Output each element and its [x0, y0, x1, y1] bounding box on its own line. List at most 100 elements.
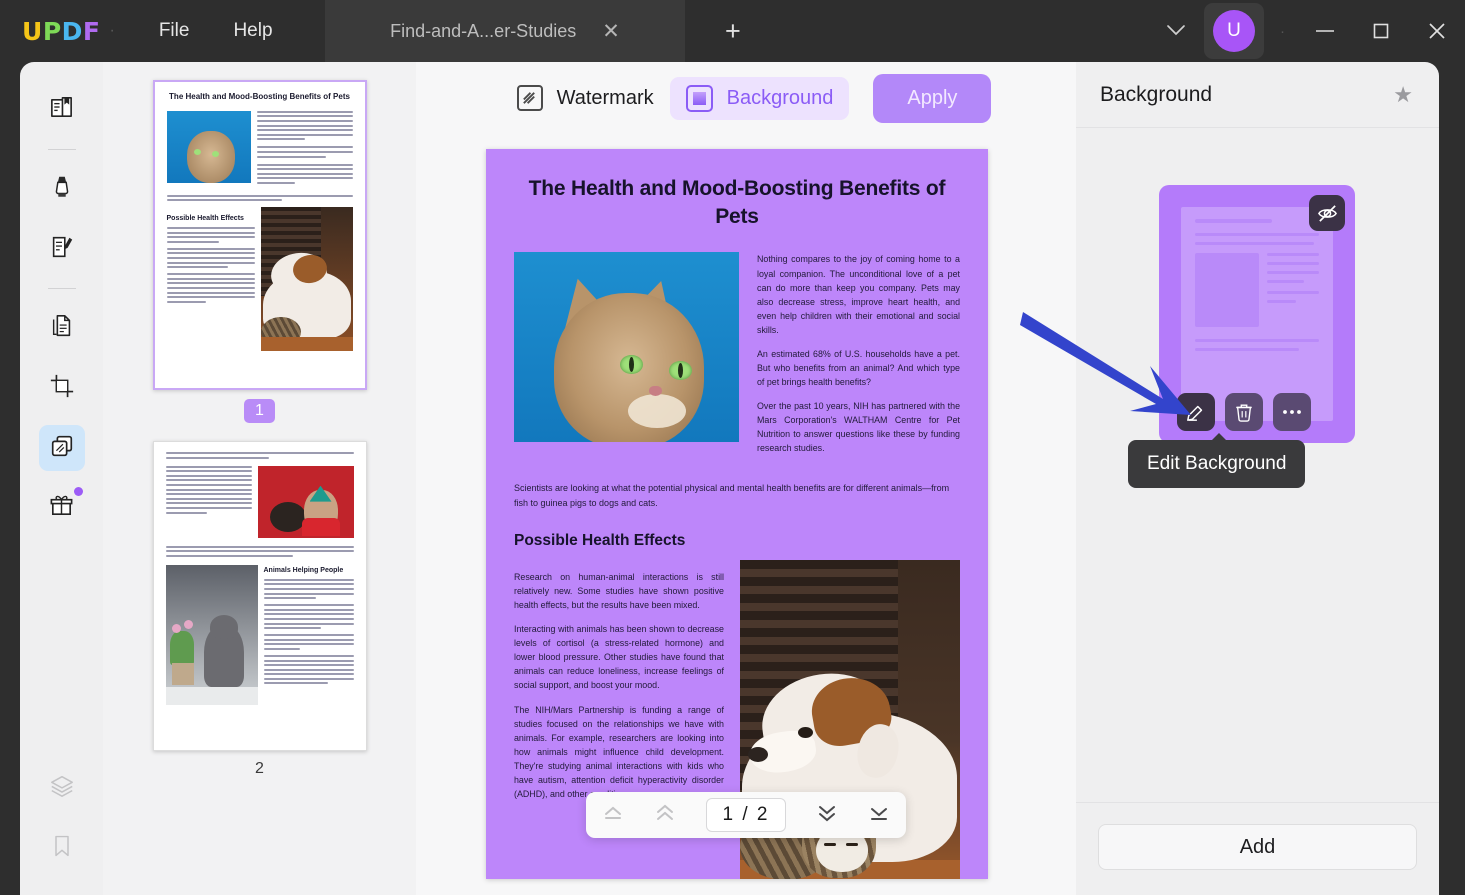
thumbnail-image-1[interactable]: The Health and Mood-Boosting Benefits of… [152, 80, 367, 390]
background-label: Background [726, 86, 834, 109]
wide-paragraph: Scientists are looking at what the poten… [514, 483, 950, 508]
mini-p2-col: Animals Helping People [263, 565, 354, 705]
document-page[interactable]: The Health and Mood-Boosting Benefits of… [486, 149, 988, 879]
tab-strip: Find-and-A...er-Studies ✕ + [325, 0, 741, 62]
page-intro-column: Nothing compares to the joy of coming ho… [757, 252, 960, 465]
rail-divider [47, 149, 76, 150]
minimize-icon[interactable] [1297, 0, 1353, 62]
page-navigation-bar[interactable]: 1 / 2 [586, 792, 906, 838]
close-window-icon[interactable] [1409, 0, 1465, 62]
tab-label: Find-and-A...er-Studies [390, 20, 577, 41]
card-action-buttons [1177, 393, 1311, 431]
layers-icon [49, 773, 75, 804]
thumbnail-page-2[interactable]: Animals Helping People 2 [103, 441, 416, 778]
intro-paragraph-2: An estimated 68% of U.S. households have… [757, 348, 960, 387]
sidebar-item-page-tools[interactable] [38, 425, 85, 471]
cat-muzzle [628, 394, 686, 429]
mini-row-bottom: Possible Health Effects [166, 207, 353, 352]
background-preset-card[interactable] [1159, 185, 1355, 443]
sidebar-item-reader[interactable] [39, 87, 85, 133]
document-tab[interactable]: Find-and-A...er-Studies ✕ [325, 0, 685, 62]
more-ellipsis-icon[interactable] [1273, 393, 1311, 431]
star-icon[interactable]: ★ [1393, 82, 1413, 108]
mini-pets-photo [257, 465, 354, 538]
kitten-eye-right [846, 843, 858, 847]
intro-paragraph-3: Over the past 10 years, NIH has partnere… [757, 401, 960, 454]
sidebar-item-layers[interactable] [39, 765, 85, 811]
section-paragraph-2: Interacting with animals has been shown … [514, 624, 724, 691]
watermark-tool-button[interactable]: Watermark [501, 77, 670, 119]
page-number-input[interactable]: 1 / 2 [705, 798, 787, 832]
app-logo: UPDF [22, 17, 100, 46]
background-icon [685, 84, 713, 112]
rail-divider-2 [47, 288, 76, 289]
thumbnail-image-2[interactable]: Animals Helping People [152, 441, 367, 751]
mini-p2-row2: Animals Helping People [165, 564, 354, 705]
section-paragraph-1: Research on human-animal interactions is… [514, 572, 724, 611]
mini-p2-top [165, 452, 354, 459]
sidebar-item-organize-pages[interactable] [39, 305, 85, 351]
sidebar-item-annotate[interactable] [39, 166, 85, 212]
title-bar: UPDF · File Help Find-and-A...er-Studies… [0, 0, 1465, 62]
pages-stack-icon [49, 313, 75, 344]
sidebar-item-edit-pdf[interactable] [39, 226, 85, 272]
eye-off-icon[interactable] [1309, 195, 1345, 231]
last-page-icon[interactable] [868, 804, 890, 826]
watermark-icon [516, 85, 543, 111]
avatar-letter: U [1213, 10, 1255, 52]
document-toolbar: Watermark Background Apply [416, 62, 1076, 134]
pencil-edit-icon[interactable] [1177, 393, 1215, 431]
gift-badge-dot [73, 487, 83, 496]
apply-button[interactable]: Apply [873, 73, 992, 123]
close-icon[interactable]: ✕ [602, 21, 620, 42]
background-preview [1181, 207, 1333, 421]
mini-section-col: Possible Health Effects [166, 207, 255, 351]
thumbnail-number-2: 2 [255, 760, 264, 777]
logo-letter-d: D [61, 16, 83, 46]
mini-page-2: Animals Helping People [154, 442, 366, 750]
kitten-eye-left [824, 843, 836, 847]
thumbnail-panel[interactable]: The Health and Mood-Boosting Benefits of… [103, 62, 416, 895]
plus-icon[interactable]: + [725, 17, 741, 45]
mini-page-1: The Health and Mood-Boosting Benefits of… [155, 82, 365, 388]
logo-separator-dot: · [109, 22, 115, 39]
thumbnail-page-1[interactable]: The Health and Mood-Boosting Benefits of… [103, 80, 416, 423]
bookmark-icon [50, 834, 74, 863]
background-tool-button[interactable]: Background [669, 76, 850, 120]
mini-p2-row1 [165, 465, 354, 538]
page-title: The Health and Mood-Boosting Benefits of… [528, 177, 946, 228]
logo-letter-f: F [82, 16, 101, 46]
book-reader-icon [48, 94, 75, 126]
mini-heading-2: Animals Helping People [263, 566, 344, 574]
next-page-icon[interactable] [816, 804, 838, 826]
dog-eye [798, 727, 813, 739]
previous-page-icon[interactable] [654, 804, 676, 826]
mini-wide-text [166, 194, 353, 202]
chevron-down-icon[interactable] [1152, 13, 1200, 49]
mini-heading: Possible Health Effects [166, 215, 244, 223]
left-tool-rail [20, 62, 103, 895]
first-page-icon[interactable] [602, 804, 624, 826]
document-canvas[interactable]: The Health and Mood-Boosting Benefits of… [416, 134, 1076, 895]
mini-title: The Health and Mood-Boosting Benefits of… [169, 92, 350, 101]
avatar[interactable]: U [1204, 3, 1264, 59]
page-top-section: Nothing compares to the joy of coming ho… [514, 252, 960, 465]
window-controls: U · [1152, 0, 1465, 62]
sidebar-item-bookmarks[interactable] [39, 825, 85, 871]
crop-icon [49, 373, 75, 404]
edit-background-tooltip: Edit Background [1128, 433, 1306, 488]
mini-row-top [166, 110, 353, 187]
menu-file[interactable]: File [159, 20, 190, 42]
watermark-label: Watermark [556, 86, 654, 109]
trash-delete-icon[interactable] [1225, 393, 1263, 431]
intro-paragraph-1: Nothing compares to the joy of coming ho… [757, 254, 960, 335]
maximize-icon[interactable] [1353, 0, 1409, 62]
menu-help[interactable]: Help [233, 20, 272, 42]
add-background-button[interactable]: Add [1098, 824, 1417, 870]
mini-cat-photo [166, 110, 251, 183]
logo-letter-p: P [42, 16, 62, 46]
sidebar-item-crop[interactable] [39, 365, 85, 411]
section-heading: Possible Health Effects [514, 532, 686, 550]
sidebar-item-gift[interactable] [39, 485, 85, 531]
window-separator-dot: · [1280, 22, 1285, 40]
